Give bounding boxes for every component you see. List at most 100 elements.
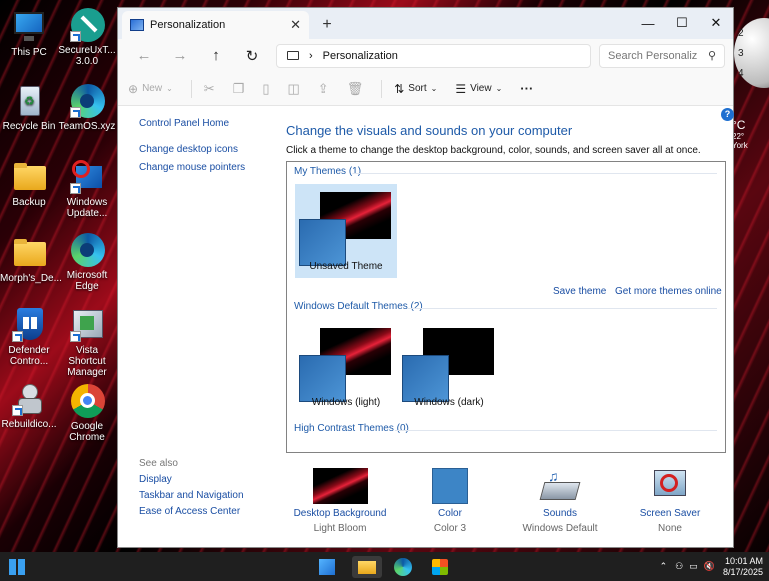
taskbar-edge[interactable] [392, 556, 414, 578]
edge-icon [394, 558, 412, 576]
desktop-icon-recycle-bin[interactable]: ♻ Recycle Bin [0, 84, 58, 132]
shortcut-manager-icon [70, 308, 104, 342]
taskbar-start-menu[interactable] [316, 556, 338, 578]
rebuild-icon [12, 382, 46, 416]
delete-button[interactable]: 🗑 [347, 81, 364, 97]
title-bar: Personalization ✕ + — ☐ ✕ [118, 8, 733, 39]
refresh-button[interactable]: ↻ [234, 47, 270, 65]
minimize-button[interactable]: — [631, 12, 665, 34]
display-icon[interactable]: ▭ [689, 561, 698, 572]
tab-personalization[interactable]: Personalization ✕ [122, 11, 309, 39]
more-options-button[interactable]: ··· [520, 81, 533, 96]
change-mouse-pointers-link[interactable]: Change mouse pointers [139, 162, 274, 173]
theme-windows-dark[interactable]: Windows (dark) [398, 320, 500, 414]
desktop-icon-morphs[interactable]: Morph's_De... [0, 236, 62, 284]
sounds-item[interactable]: ♫ Sounds Windows Default [505, 468, 615, 534]
taskbar-store[interactable] [429, 556, 451, 578]
color-item[interactable]: Color Color 3 [395, 468, 505, 534]
my-themes-header[interactable]: My Themes (1) [294, 166, 361, 177]
display-link[interactable]: Display [139, 474, 244, 485]
help-icon[interactable]: ? [721, 108, 734, 121]
page-description: Click a theme to change the desktop back… [286, 145, 701, 156]
ease-of-access-link[interactable]: Ease of Access Center [139, 506, 244, 517]
change-desktop-icons-link[interactable]: Change desktop icons [139, 144, 274, 155]
recycle-bin-icon: ♻ [12, 84, 46, 118]
rename-button[interactable]: ◫ [288, 81, 300, 97]
new-button[interactable]: ⊕ New ⌄ [128, 82, 173, 96]
high-contrast-header[interactable]: High Contrast Themes (0) [294, 423, 409, 434]
screen-saver-icon [652, 468, 688, 504]
save-theme-link[interactable]: Save theme [553, 286, 606, 297]
start-button[interactable] [6, 556, 28, 578]
screen-saver-item[interactable]: Screen Saver None [615, 468, 725, 534]
rename-icon: ◫ [287, 80, 300, 96]
copy-button[interactable]: ❐ [233, 81, 245, 97]
chevron-up-icon[interactable]: ⌃ [660, 561, 668, 572]
desktop-icon-vista-shortcut[interactable]: Vista Shortcut Manager [58, 308, 116, 378]
sort-button[interactable]: ⇅ Sort ⌄ [394, 82, 437, 96]
volume-mute-icon[interactable]: 🔇 [704, 561, 715, 572]
desktop-icon-windows-update[interactable]: Windows Update... [58, 160, 116, 219]
paste-button[interactable]: ▯ [262, 81, 269, 97]
share-button[interactable]: ⇪ [318, 81, 329, 97]
desktop-icon-backup[interactable]: Backup [0, 160, 58, 208]
divider [407, 308, 717, 309]
taskbar-navigation-link[interactable]: Taskbar and Navigation [139, 490, 244, 501]
weather-gadget: °C 22° York [732, 118, 748, 150]
back-button[interactable]: ← [126, 47, 162, 64]
taskbar: ⌃ ⚇ ▭ 🔇 10:01 AM 8/17/2025 [0, 552, 769, 581]
clock-gadget: 2 3 4 [734, 18, 769, 88]
close-button[interactable]: ✕ [699, 12, 733, 34]
desktop-icon-defender[interactable]: Defender Contro... [0, 308, 58, 367]
monitor-icon [287, 51, 299, 60]
page-title: Change the visuals and sounds on your co… [286, 123, 573, 138]
view-button[interactable]: ☰ View ⌄ [455, 82, 502, 96]
divider [381, 79, 383, 98]
copy-icon: ❐ [232, 80, 245, 96]
cut-button[interactable]: ✂ [204, 81, 215, 97]
desktop-icon-edge[interactable]: Microsoft Edge [58, 233, 116, 292]
windows-logo-icon [319, 559, 335, 575]
edge-icon [70, 84, 105, 118]
share-icon: ⇪ [317, 80, 329, 96]
chrome-icon [70, 384, 105, 418]
view-icon: ☰ [455, 81, 467, 96]
theme-thumbnail [299, 192, 391, 266]
desktop-icon-secureux[interactable]: SecureUxT... 3.0.0 [58, 8, 116, 67]
get-more-themes-link[interactable]: Get more themes online [615, 286, 722, 297]
sounds-icon: ♫ [539, 468, 581, 504]
desktop-icon-this-pc[interactable]: This PC [0, 10, 58, 58]
theme-windows-light[interactable]: Windows (light) [295, 320, 397, 414]
see-also-section: See also Display Taskbar and Navigation … [139, 458, 244, 517]
address-bar: ← → ↑ ↻ › Personalization Search Persona… [118, 39, 733, 72]
taskbar-file-explorer[interactable] [352, 556, 382, 578]
desktop-icon-rebuildico[interactable]: Rebuildico... [0, 382, 58, 430]
plus-circle-icon: ⊕ [128, 81, 139, 96]
secureux-icon [70, 8, 105, 42]
network-icon[interactable]: ⚇ [675, 561, 683, 572]
personalization-icon [130, 19, 144, 31]
desktop-icon-teamos[interactable]: TeamOS.xyz [58, 84, 116, 132]
default-themes-header[interactable]: Windows Default Themes (2) [294, 301, 423, 312]
control-panel-home-link[interactable]: Control Panel Home [139, 118, 274, 129]
theme-unsaved[interactable]: Unsaved Theme [295, 184, 397, 278]
search-icon: ⚲ [707, 50, 716, 62]
new-tab-button[interactable]: + [313, 11, 341, 39]
desktop-icon-chrome[interactable]: Google Chrome [58, 384, 116, 443]
chevron-down-icon: ⌄ [495, 84, 503, 93]
clock[interactable]: 10:01 AM 8/17/2025 [723, 556, 763, 578]
theme-thumbnail [402, 328, 494, 402]
chevron-right-icon: › [309, 49, 313, 62]
folder-icon [12, 160, 46, 194]
address-input[interactable]: › Personalization [276, 43, 591, 68]
up-button[interactable]: ↑ [198, 47, 234, 64]
defender-icon [12, 308, 46, 342]
desktop-background-item[interactable]: Desktop Background Light Bloom [285, 468, 395, 534]
search-input[interactable]: Search Personaliz ⚲ [599, 43, 725, 68]
personalization-window: Personalization ✕ + — ☐ ✕ ← → ↑ ↻ › Pers… [117, 7, 734, 548]
close-tab-icon[interactable]: ✕ [290, 17, 301, 33]
maximize-button[interactable]: ☐ [665, 12, 699, 34]
paste-icon: ▯ [262, 80, 270, 96]
forward-button[interactable]: → [162, 47, 198, 64]
left-pane: Control Panel Home Change desktop icons … [139, 118, 274, 180]
